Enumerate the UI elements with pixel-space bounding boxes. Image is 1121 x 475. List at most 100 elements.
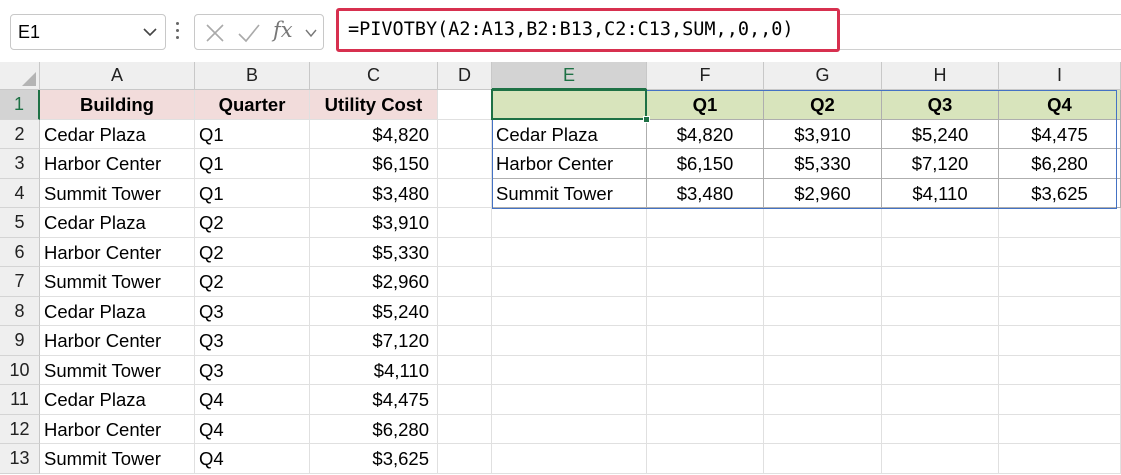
pivot-corner-cell[interactable] (492, 90, 647, 120)
source-cell[interactable]: Q1 (195, 149, 310, 179)
pivot-value-cell[interactable]: $4,820 (647, 119, 764, 149)
cell-h7[interactable] (882, 267, 999, 297)
cell-e7[interactable] (492, 267, 647, 297)
cell-e8[interactable] (492, 296, 647, 326)
column-header-b[interactable]: B (195, 62, 310, 90)
cell-d4[interactable] (438, 178, 492, 208)
column-header-a[interactable]: A (40, 62, 195, 90)
source-cell[interactable]: Q3 (195, 296, 310, 326)
cancel-icon[interactable] (205, 23, 225, 43)
cell-d11[interactable] (438, 385, 492, 415)
fill-handle[interactable] (643, 115, 650, 123)
cell-d12[interactable] (438, 414, 492, 444)
cell-d6[interactable] (438, 237, 492, 267)
cell-i12[interactable] (999, 414, 1121, 444)
cell-g13[interactable] (764, 444, 882, 474)
column-header-g[interactable]: G (764, 62, 882, 90)
pivot-row-label[interactable]: Summit Tower (492, 178, 647, 208)
cell-e12[interactable] (492, 414, 647, 444)
cell-g8[interactable] (764, 296, 882, 326)
source-cell[interactable]: Harbor Center (40, 237, 195, 267)
column-header-f[interactable]: F (647, 62, 764, 90)
cell-e13[interactable] (492, 444, 647, 474)
row-header-1[interactable]: 1 (0, 90, 40, 120)
row-header-11[interactable]: 11 (0, 385, 40, 415)
cell-h5[interactable] (882, 208, 999, 238)
cell-d1[interactable] (438, 90, 492, 120)
cell-h12[interactable] (882, 414, 999, 444)
cell-i6[interactable] (999, 237, 1121, 267)
source-cell[interactable]: $4,110 (310, 355, 438, 385)
cell-h11[interactable] (882, 385, 999, 415)
cell-i13[interactable] (999, 444, 1121, 474)
source-cell[interactable]: Q1 (195, 119, 310, 149)
cell-g10[interactable] (764, 355, 882, 385)
pivot-value-cell[interactable]: $3,910 (764, 119, 882, 149)
row-header-9[interactable]: 9 (0, 326, 40, 356)
row-header-6[interactable]: 6 (0, 237, 40, 267)
cell-i9[interactable] (999, 326, 1121, 356)
cell-i10[interactable] (999, 355, 1121, 385)
source-cell[interactable]: $6,150 (310, 149, 438, 179)
cell-e11[interactable] (492, 385, 647, 415)
source-cell[interactable]: $7,120 (310, 326, 438, 356)
cell-f9[interactable] (647, 326, 764, 356)
source-cell[interactable]: Summit Tower (40, 267, 195, 297)
source-cell[interactable]: Cedar Plaza (40, 385, 195, 415)
pivot-header-cell[interactable]: Q3 (882, 90, 999, 120)
cell-d8[interactable] (438, 296, 492, 326)
source-cell[interactable]: Q4 (195, 414, 310, 444)
pivot-header-cell[interactable]: Q2 (764, 90, 882, 120)
row-header-10[interactable]: 10 (0, 355, 40, 385)
cell-h13[interactable] (882, 444, 999, 474)
source-cell[interactable]: Q4 (195, 385, 310, 415)
pivot-value-cell[interactable]: $2,960 (764, 178, 882, 208)
source-cell[interactable]: Q2 (195, 267, 310, 297)
source-cell[interactable]: Q3 (195, 326, 310, 356)
column-header-h[interactable]: H (882, 62, 999, 90)
source-cell[interactable]: $6,280 (310, 414, 438, 444)
chevron-down-icon[interactable] (305, 29, 317, 38)
pivot-row-label[interactable]: Cedar Plaza (492, 119, 647, 149)
cell-h8[interactable] (882, 296, 999, 326)
source-cell[interactable]: $2,960 (310, 267, 438, 297)
pivot-value-cell[interactable]: $6,280 (999, 149, 1121, 179)
source-cell[interactable]: Q4 (195, 444, 310, 474)
name-box[interactable]: E1 (10, 14, 166, 50)
row-header-4[interactable]: 4 (0, 178, 40, 208)
cell-f8[interactable] (647, 296, 764, 326)
cell-g6[interactable] (764, 237, 882, 267)
cell-f7[interactable] (647, 267, 764, 297)
pivot-value-cell[interactable]: $7,120 (882, 149, 999, 179)
source-header-cell[interactable]: Building (40, 90, 195, 120)
cell-h10[interactable] (882, 355, 999, 385)
source-cell[interactable]: $5,240 (310, 296, 438, 326)
row-header-2[interactable]: 2 (0, 119, 40, 149)
row-header-13[interactable]: 13 (0, 444, 40, 474)
source-cell[interactable]: $5,330 (310, 237, 438, 267)
source-header-cell[interactable]: Utility Cost (310, 90, 438, 120)
select-all-corner[interactable] (0, 62, 40, 90)
cell-e9[interactable] (492, 326, 647, 356)
cell-d3[interactable] (438, 149, 492, 179)
source-cell[interactable]: $3,625 (310, 444, 438, 474)
cell-d2[interactable] (438, 119, 492, 149)
cell-g12[interactable] (764, 414, 882, 444)
cell-h9[interactable] (882, 326, 999, 356)
source-cell[interactable]: Cedar Plaza (40, 208, 195, 238)
source-cell[interactable]: Harbor Center (40, 149, 195, 179)
pivot-value-cell[interactable]: $6,150 (647, 149, 764, 179)
source-cell[interactable]: Harbor Center (40, 326, 195, 356)
insert-function-button[interactable]: fx (273, 18, 293, 42)
source-cell[interactable]: Q3 (195, 355, 310, 385)
pivot-header-cell[interactable]: Q4 (999, 90, 1121, 120)
cell-f6[interactable] (647, 237, 764, 267)
source-cell[interactable]: Harbor Center (40, 414, 195, 444)
cell-g11[interactable] (764, 385, 882, 415)
row-header-8[interactable]: 8 (0, 296, 40, 326)
cell-i11[interactable] (999, 385, 1121, 415)
cell-h6[interactable] (882, 237, 999, 267)
cell-f10[interactable] (647, 355, 764, 385)
source-cell[interactable]: $3,910 (310, 208, 438, 238)
pivot-value-cell[interactable]: $3,625 (999, 178, 1121, 208)
